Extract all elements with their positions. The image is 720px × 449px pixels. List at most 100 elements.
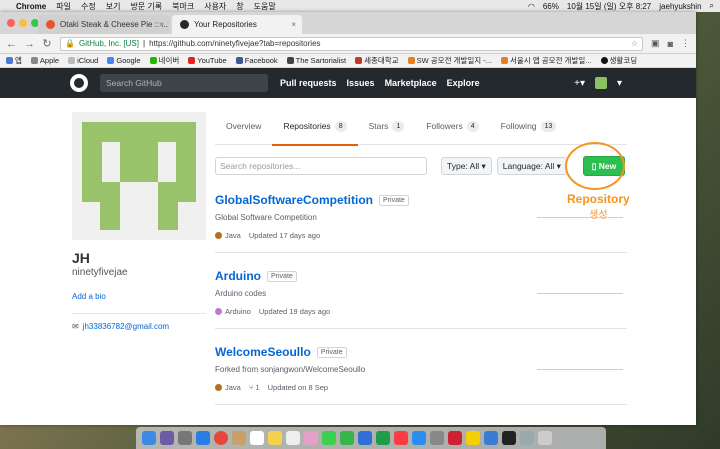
repo-forks[interactable]: ⑂ 1 [249, 383, 260, 392]
profile-avatar[interactable] [72, 112, 206, 240]
blog-icon [407, 57, 415, 64]
back-icon[interactable]: ← [6, 38, 17, 50]
reload-icon[interactable]: ↻ [42, 37, 52, 50]
nav-explore[interactable]: Explore [447, 78, 480, 88]
photos-icon[interactable] [304, 431, 318, 445]
bookmark-seoul-app[interactable]: 서울시 앱 공모전 개발일... [501, 55, 592, 66]
bookmark-apple[interactable]: Apple [30, 56, 59, 65]
tab-title: Your Repositories [194, 20, 257, 29]
chevron-down-icon[interactable]: ▾ [617, 78, 622, 89]
tab-stars[interactable]: Stars 1 [358, 108, 416, 145]
maps-icon[interactable] [484, 431, 498, 445]
chrome-icon[interactable] [214, 431, 228, 445]
menu-file[interactable]: 파일 [56, 1, 71, 12]
url-text[interactable]: https://github.com/ninetyfivejae?tab=rep… [149, 39, 320, 48]
menu-view[interactable]: 보기 [106, 1, 121, 12]
bookmark-opentutorials[interactable]: 생활코딩 [600, 55, 637, 66]
system-preferences-icon[interactable] [430, 431, 444, 445]
notes-icon[interactable] [268, 431, 282, 445]
contacts-icon[interactable] [232, 431, 246, 445]
clock[interactable]: 10월 15일 (일) 오후 8:27 [567, 1, 651, 12]
kakaotalk-icon[interactable] [466, 431, 480, 445]
stars-count: 1 [392, 120, 405, 132]
bookmark-naver[interactable]: 네이버 [149, 55, 179, 66]
repo-name-link[interactable]: WelcomeSeoullo [215, 345, 311, 359]
finder-icon[interactable] [142, 431, 156, 445]
bookmark-star-icon[interactable]: ☆ [631, 39, 638, 48]
folder-icon[interactable] [520, 431, 534, 445]
address-bar[interactable]: 🔒 GitHub, Inc. [US] | https://github.com… [60, 36, 644, 51]
extension-icon[interactable]: ▣ [651, 38, 660, 49]
word-icon[interactable] [358, 431, 372, 445]
github-nav: Pull requests Issues Marketplace Explore [280, 78, 480, 88]
repo-meta: Java ⑂ 1 Updated on 8 Sep [215, 383, 627, 392]
excel-icon[interactable] [376, 431, 390, 445]
github-search-input[interactable]: Search GitHub [100, 74, 268, 92]
siri-icon[interactable] [160, 431, 174, 445]
nav-pull-requests[interactable]: Pull requests [280, 78, 337, 88]
appstore-icon[interactable] [412, 431, 426, 445]
facetime-icon[interactable] [340, 431, 354, 445]
reminders-icon[interactable] [286, 431, 300, 445]
bookmark-sejong[interactable]: 세종대학교 [355, 55, 399, 66]
repo-name-link[interactable]: GlobalSoftwareCompetition [215, 193, 373, 207]
menu-help[interactable]: 도움말 [254, 1, 276, 12]
menu-bookmarks[interactable]: 북마크 [172, 1, 194, 12]
trash-icon[interactable] [538, 431, 552, 445]
menu-icon[interactable]: ⋮ [681, 38, 690, 49]
forward-icon[interactable]: → [24, 38, 35, 50]
safari-icon[interactable] [196, 431, 210, 445]
app-icon[interactable] [448, 431, 462, 445]
bookmark-google[interactable]: Google [107, 56, 141, 65]
menu-people[interactable]: 사용자 [204, 1, 226, 12]
github-header: Search GitHub Pull requests Issues Marke… [0, 68, 696, 98]
app-menu[interactable]: Chrome [16, 2, 46, 11]
messages-icon[interactable] [322, 431, 336, 445]
user-avatar[interactable] [594, 77, 607, 89]
bookmark-sartorialist[interactable]: The Sartorialist [286, 56, 346, 65]
bookmark-apps[interactable]: 앱 [6, 55, 22, 66]
google-icon [107, 57, 115, 64]
browser-tab-repositories[interactable]: Your Repositories × [172, 15, 302, 34]
menu-history[interactable]: 방문 기록 [130, 1, 162, 12]
camera-extension-icon[interactable]: ◙ [668, 39, 673, 49]
terminal-icon[interactable] [502, 431, 516, 445]
nav-marketplace[interactable]: Marketplace [385, 78, 437, 88]
calendar-icon[interactable] [250, 431, 264, 445]
minimize-window-button[interactable] [19, 19, 27, 27]
wifi-icon[interactable]: ◠ [528, 2, 535, 11]
close-tab-icon[interactable]: × [291, 15, 296, 34]
repo-meta: Java Updated 17 days ago [215, 231, 627, 240]
nav-issues[interactable]: Issues [347, 78, 375, 88]
tab-overview[interactable]: Overview [215, 108, 272, 145]
battery-percent[interactable]: 66% [543, 2, 559, 11]
bookmark-sw-contest[interactable]: SW 공모전 개발일지 -... [407, 55, 492, 66]
tab-following[interactable]: Following 13 [490, 108, 568, 145]
launchpad-icon[interactable] [178, 431, 192, 445]
bookmark-facebook[interactable]: Facebook [235, 56, 278, 65]
user-name[interactable]: jaehyukshin [659, 2, 701, 11]
new-repository-button[interactable]: ▯ New [583, 156, 625, 176]
type-filter-dropdown[interactable]: Type: All ▾ [441, 157, 492, 175]
menu-edit[interactable]: 수정 [81, 1, 96, 12]
repo-search-input[interactable]: Search repositories... [215, 157, 427, 175]
search-icon[interactable]: ⌕ [710, 1, 714, 11]
close-window-button[interactable] [7, 19, 15, 27]
bookmark-youtube[interactable]: YouTube [188, 56, 227, 65]
close-tab-icon[interactable]: × [159, 15, 164, 34]
menu-window[interactable]: 창 [236, 1, 243, 12]
browser-tab-otaki[interactable]: Otaki Steak & Cheese Pie :: ... × [38, 15, 170, 34]
tab-followers[interactable]: Followers 4 [415, 108, 489, 145]
bookmark-icloud[interactable]: iCloud [68, 56, 98, 65]
repo-name-link[interactable]: Arduino [215, 269, 261, 283]
music-icon[interactable] [394, 431, 408, 445]
github-logo-icon[interactable] [70, 74, 88, 92]
create-new-dropdown[interactable]: +▾ [574, 78, 585, 89]
repo-item: WelcomeSeoullo Private Forked from sonjan… [215, 329, 627, 405]
email-link[interactable]: jh33836782@gmail.com [83, 322, 169, 331]
profile-tabs: Overview Repositories 8 Stars 1 Followers 4… [215, 108, 627, 146]
add-bio-link[interactable]: Add a bio [72, 292, 230, 301]
repo-icon: ▯ [591, 161, 599, 171]
language-filter-dropdown[interactable]: Language: All ▾ [496, 157, 567, 175]
tab-repositories[interactable]: Repositories 8 [272, 108, 358, 146]
